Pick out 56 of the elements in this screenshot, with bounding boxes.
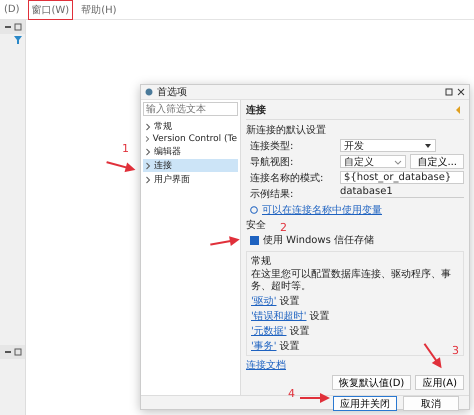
annotation-number: 4 — [288, 388, 295, 400]
app-icon — [145, 88, 153, 96]
input-field[interactable]: ${host_or_database} — [340, 171, 464, 184]
pointer-arrow-icon — [300, 392, 330, 404]
close-icon — [457, 88, 465, 96]
tree-item[interactable]: 常规 — [143, 120, 238, 133]
tree-item[interactable]: 连接 — [143, 159, 238, 172]
filter-icon — [14, 36, 22, 44]
menu-item[interactable]: 帮助(H) — [77, 0, 121, 20]
chevron-down-icon — [394, 158, 402, 166]
info-icon — [250, 206, 258, 214]
dropdown[interactable]: 开发 — [340, 139, 436, 152]
result-value: database1 — [340, 186, 464, 198]
dialog-button[interactable]: 取消 — [403, 396, 459, 411]
page-title: 连接 — [246, 104, 266, 117]
minimize-icon — [4, 348, 12, 356]
docs-link[interactable]: 连接文档 — [246, 360, 286, 371]
dropdown[interactable]: 自定义 — [340, 155, 406, 168]
maximize-icon — [14, 23, 22, 31]
filter-field[interactable]: 输入筛选文本 — [143, 102, 238, 116]
settings-link[interactable]: '驱动' — [251, 294, 276, 308]
tree-item[interactable]: 编辑器 — [143, 145, 238, 158]
annotation-number: 1 — [122, 143, 129, 155]
checkbox[interactable] — [250, 236, 259, 245]
dropdown-arrow-icon — [424, 142, 432, 150]
field-label: 导航视图: — [250, 156, 294, 168]
annotation-number: 2 — [280, 222, 287, 234]
section-heading: 安全 — [246, 218, 266, 232]
field-label: 连接名称的模式: — [250, 172, 324, 184]
annotation-number: 3 — [452, 345, 459, 357]
variables-link[interactable]: 可以在连接名称中使用变量 — [262, 202, 382, 216]
dialog-button[interactable]: 恢复默认值(D) — [332, 375, 412, 390]
settings-link[interactable]: '错误和超时' — [251, 309, 306, 323]
link-suffix: 设置 — [280, 340, 300, 353]
menu-item[interactable]: (D) — [0, 1, 24, 18]
checkbox-label: 使用 Windows 信任存储 — [263, 234, 374, 247]
section-heading: 新连接的默认设置 — [246, 124, 326, 137]
field-label: 示例结果: — [250, 188, 294, 200]
dialog-title: 首选项 — [157, 86, 188, 99]
dialog-button[interactable]: 应用(A) — [415, 375, 464, 390]
link-suffix: 设置 — [310, 310, 330, 323]
link-suffix: 设置 — [290, 324, 310, 338]
maximize-icon — [445, 88, 453, 96]
menu-item[interactable]: 窗口(W) — [28, 0, 74, 20]
maximize-icon — [14, 348, 22, 356]
settings-link[interactable]: '事务' — [251, 339, 276, 353]
customize-button[interactable]: 自定义... — [410, 154, 464, 169]
settings-link[interactable]: '元数据' — [251, 324, 286, 338]
tree-item[interactable]: Version Control (Te — [143, 134, 238, 144]
tree-item[interactable]: 用户界面 — [143, 173, 238, 186]
description-text: 在这里您可以配置数据库连接、驱动程序、事务、超时等。 — [251, 269, 452, 293]
field-label: 连接类型: — [250, 140, 294, 152]
group-title: 常规 — [251, 254, 271, 268]
link-suffix: 设置 — [280, 294, 300, 308]
minimize-icon — [4, 23, 12, 31]
dialog-button[interactable]: 应用并关闭 — [333, 396, 397, 411]
